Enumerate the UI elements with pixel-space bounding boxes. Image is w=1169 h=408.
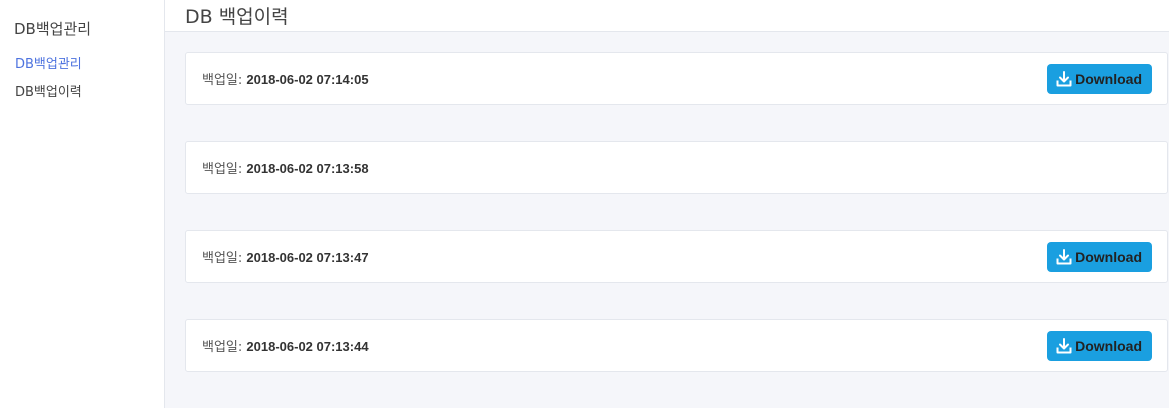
backup-date-label: 백업일: <box>202 73 243 88</box>
sidebar-title: DB백업관리 <box>14 20 92 38</box>
download-icon <box>1055 70 1073 88</box>
backup-info: 백업일: 2018-06-02 07:13:58 <box>202 158 369 177</box>
download-label: Download <box>1075 70 1142 87</box>
sidebar: DB백업관리 DB백업관리 DB백업이력 <box>0 0 165 408</box>
backup-date-value: 2018-06-02 07:13:47 <box>246 250 369 265</box>
app: DB백업관리 DB백업관리 DB백업이력 DB 백업이력 백업일: 2018-0… <box>0 0 1169 408</box>
backup-card: 백업일: 2018-06-02 07:13:58 <box>185 141 1168 194</box>
sidebar-item-db-backup-management[interactable]: DB백업관리 <box>0 51 164 79</box>
sidebar-item-db-backup-history[interactable]: DB백업이력 <box>0 79 164 107</box>
download-icon <box>1055 248 1073 266</box>
backup-info: 백업일: 2018-06-02 07:14:05 <box>202 69 369 88</box>
download-label: Download <box>1075 248 1142 265</box>
backup-info: 백업일: 2018-06-02 07:13:44 <box>202 336 369 355</box>
page-header: DB 백업이력 <box>165 0 1169 32</box>
download-button[interactable]: Download <box>1047 63 1152 94</box>
download-label: Download <box>1075 337 1142 354</box>
download-button[interactable]: Download <box>1047 241 1152 272</box>
backup-date-value: 2018-06-02 07:13:44 <box>246 339 369 354</box>
backup-card: 백업일: 2018-06-02 07:14:05 Download <box>185 52 1168 105</box>
download-button[interactable]: Download <box>1047 330 1152 361</box>
page-title: DB 백업이력 <box>185 6 289 28</box>
backup-info: 백업일: 2018-06-02 07:13:47 <box>202 247 369 266</box>
backup-list: 백업일: 2018-06-02 07:14:05 Download 백업일: 2… <box>165 32 1169 408</box>
backup-date-value: 2018-06-02 07:14:05 <box>246 72 369 87</box>
backup-date-label: 백업일: <box>202 340 243 355</box>
backup-date-label: 백업일: <box>202 162 243 177</box>
backup-card: 백업일: 2018-06-02 07:13:47 Download <box>185 230 1168 283</box>
backup-card: 백업일: 2018-06-02 07:13:44 Download <box>185 319 1168 372</box>
download-icon <box>1055 337 1073 355</box>
backup-date-label: 백업일: <box>202 251 243 266</box>
backup-date-value: 2018-06-02 07:13:58 <box>246 161 369 176</box>
main-panel: DB 백업이력 백업일: 2018-06-02 07:14:05 Downloa… <box>165 0 1169 408</box>
